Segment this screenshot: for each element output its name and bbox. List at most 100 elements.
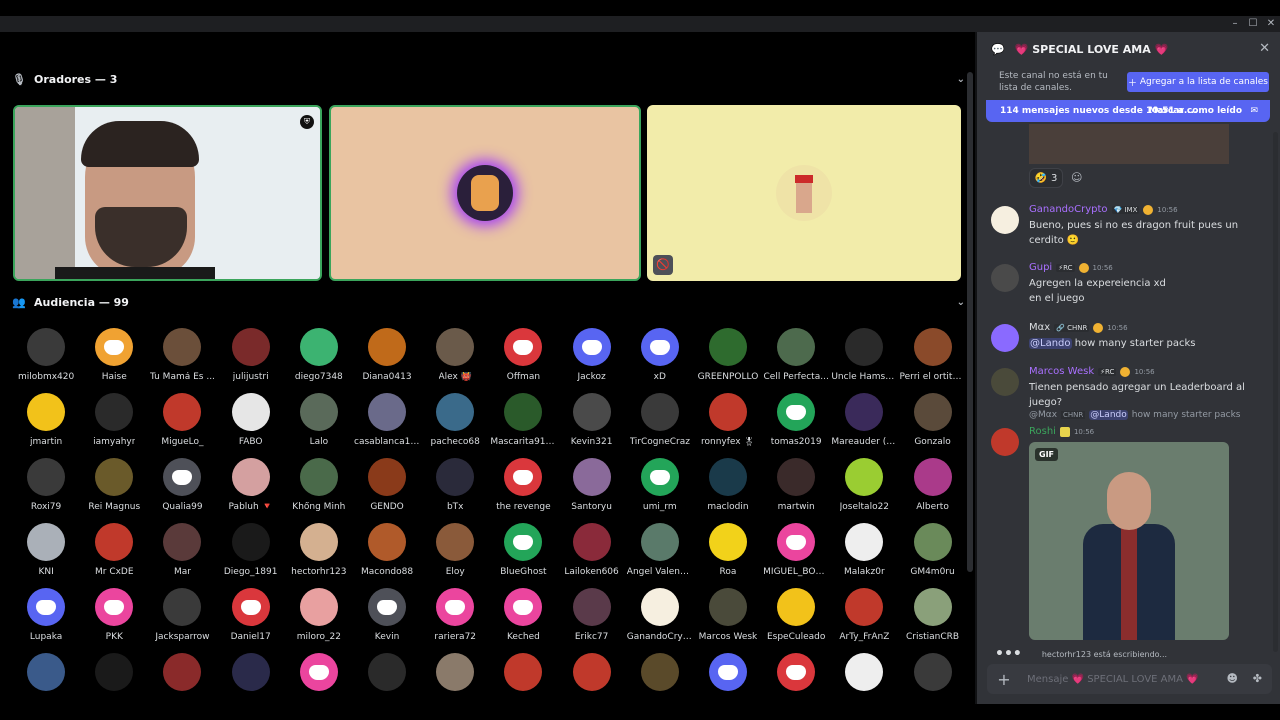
audience-member[interactable]: Alex 👹 <box>421 328 489 385</box>
add-to-channel-list-button[interactable]: ＋ Agregar a la lista de canales <box>1127 72 1269 92</box>
audience-member[interactable]: FABO <box>217 393 285 450</box>
audience-member[interactable]: umi_rm <box>626 458 694 515</box>
audience-member[interactable]: EspeCuleado <box>762 588 830 645</box>
username[interactable]: GanandoCrypto <box>1029 204 1108 215</box>
audience-member[interactable] <box>217 653 285 704</box>
audience-member[interactable]: Uncle Hamster <box>830 328 898 385</box>
audience-member[interactable]: Keched <box>489 588 557 645</box>
audience-member[interactable] <box>148 653 216 704</box>
audience-member[interactable]: MIGUEL_BON... <box>762 523 830 580</box>
user-avatar[interactable] <box>991 324 1019 352</box>
audience-member[interactable]: Malakz0r <box>830 523 898 580</box>
speaker-tile-2[interactable] <box>329 105 641 281</box>
audience-member[interactable] <box>558 653 626 704</box>
audience-member[interactable] <box>285 653 353 704</box>
audience-member[interactable]: milobmx420 <box>12 328 80 385</box>
audience-member[interactable]: Erikc77 <box>558 588 626 645</box>
audience-member[interactable]: Mr CxDE <box>80 523 148 580</box>
chevron-down-icon[interactable]: ⌄ <box>957 74 965 85</box>
audience-member[interactable]: Diana0413 <box>353 328 421 385</box>
audience-member[interactable]: Lailoken606 <box>558 523 626 580</box>
audience-member[interactable] <box>353 653 421 704</box>
audience-member[interactable]: pacheco68 <box>421 393 489 450</box>
audience-member[interactable] <box>489 653 557 704</box>
audience-member[interactable]: Roxi79 <box>12 458 80 515</box>
audience-member[interactable]: Pabluh 🔻 <box>217 458 285 515</box>
username[interactable]: Gupi <box>1029 262 1052 273</box>
speakers-header[interactable]: 🎙 Oradores — 3 ⌄ <box>12 70 967 88</box>
audience-member[interactable]: Eloy <box>421 523 489 580</box>
audience-member[interactable]: MigueLo_ <box>148 393 216 450</box>
audience-member[interactable]: julijustri <box>217 328 285 385</box>
audience-member[interactable] <box>898 653 966 704</box>
user-avatar[interactable] <box>991 206 1019 234</box>
audience-member[interactable]: Khổng Minh <box>285 458 353 515</box>
audience-member[interactable]: casablanca1150 <box>353 393 421 450</box>
audience-member[interactable]: GENDO <box>353 458 421 515</box>
audience-member[interactable]: Rei Magnus <box>80 458 148 515</box>
audience-member[interactable]: maclodin <box>694 458 762 515</box>
message-composer[interactable]: + Mensaje 💗 SPECIAL LOVE AMA 💗 ☻ ✤ <box>987 664 1272 694</box>
attach-plus-icon[interactable]: + <box>987 670 1021 689</box>
speaker-tile-camera[interactable]: ⛨ <box>13 105 322 281</box>
username[interactable]: Mαx <box>1029 322 1050 333</box>
audience-member[interactable]: Gonzalo <box>898 393 966 450</box>
previous-image-attachment[interactable] <box>1029 124 1229 164</box>
close-icon[interactable]: ✕ <box>1259 41 1270 56</box>
audience-member[interactable]: Perri el ortito ... <box>898 328 966 385</box>
user-avatar[interactable] <box>991 428 1019 456</box>
gif-attachment[interactable]: GIF <box>1029 442 1229 640</box>
audience-member[interactable]: Alberto <box>898 458 966 515</box>
audience-member[interactable]: xD <box>626 328 694 385</box>
composer-input[interactable]: Mensaje 💗 SPECIAL LOVE AMA 💗 <box>1027 674 1199 685</box>
audience-member[interactable]: Jacksparrow <box>148 588 216 645</box>
user-avatar[interactable] <box>991 264 1019 292</box>
audience-member[interactable]: Mar <box>148 523 216 580</box>
audience-member[interactable]: Roa <box>694 523 762 580</box>
chevron-down-icon[interactable]: ⌄ <box>957 297 965 308</box>
reaction-pill[interactable]: 🤣 3 <box>1029 168 1063 188</box>
audience-member[interactable]: PKK <box>80 588 148 645</box>
audience-member[interactable]: Cell Perfecta... <box>762 328 830 385</box>
apps-icon[interactable]: ✤ <box>1253 672 1262 685</box>
audience-member[interactable]: tomas2019 <box>762 393 830 450</box>
audience-member[interactable]: iamyahyr <box>80 393 148 450</box>
audience-member[interactable]: martwin <box>762 458 830 515</box>
reply-reference[interactable]: @Mαx CHNR @Lando how many starter packs <box>1029 410 1241 420</box>
audience-member[interactable]: Tu Mamá Es ... <box>148 328 216 385</box>
audience-member[interactable]: Jackoz <box>558 328 626 385</box>
audience-member[interactable]: KNI <box>12 523 80 580</box>
audience-member[interactable]: Daniel17 <box>217 588 285 645</box>
audience-member[interactable]: GanandoCryp... <box>626 588 694 645</box>
mark-read-button[interactable]: Marcar como leído <box>1148 106 1242 116</box>
audience-member[interactable]: diego7348 <box>285 328 353 385</box>
audience-member[interactable] <box>80 653 148 704</box>
audience-member[interactable]: Lupaka <box>12 588 80 645</box>
audience-member[interactable]: jmartin <box>12 393 80 450</box>
audience-member[interactable]: BlueGhost <box>489 523 557 580</box>
reply-mention[interactable]: @Lando <box>1089 410 1128 420</box>
audience-member[interactable]: Haise <box>80 328 148 385</box>
audience-member[interactable]: rariera72 <box>421 588 489 645</box>
audience-member[interactable]: miloro_22 <box>285 588 353 645</box>
audience-header[interactable]: 👥 Audiencia — 99 ⌄ <box>12 293 967 311</box>
audience-member[interactable]: Mascarita9126 <box>489 393 557 450</box>
close-window-button[interactable]: ✕ <box>1262 16 1280 32</box>
audience-member[interactable]: hectorhr123 <box>285 523 353 580</box>
audience-member[interactable]: Lalo <box>285 393 353 450</box>
audience-member[interactable] <box>626 653 694 704</box>
audience-member[interactable]: ArTy_FrAnZ <box>830 588 898 645</box>
username[interactable]: Roshi <box>1029 426 1056 437</box>
audience-member[interactable]: Offman <box>489 328 557 385</box>
audience-member[interactable] <box>421 653 489 704</box>
username[interactable]: Marcos Wesk <box>1029 366 1094 377</box>
audience-member[interactable]: Macondo88 <box>353 523 421 580</box>
audience-member[interactable]: Joseltalo22 <box>830 458 898 515</box>
add-reaction-icon[interactable]: ☺ <box>1071 171 1082 184</box>
audience-member[interactable]: GREENPOLLO <box>694 328 762 385</box>
user-avatar[interactable] <box>991 368 1019 396</box>
audience-member[interactable]: bTx <box>421 458 489 515</box>
audience-member[interactable]: Diego_1891 <box>217 523 285 580</box>
audience-member[interactable]: Kevin <box>353 588 421 645</box>
audience-member[interactable]: Qualia99 <box>148 458 216 515</box>
